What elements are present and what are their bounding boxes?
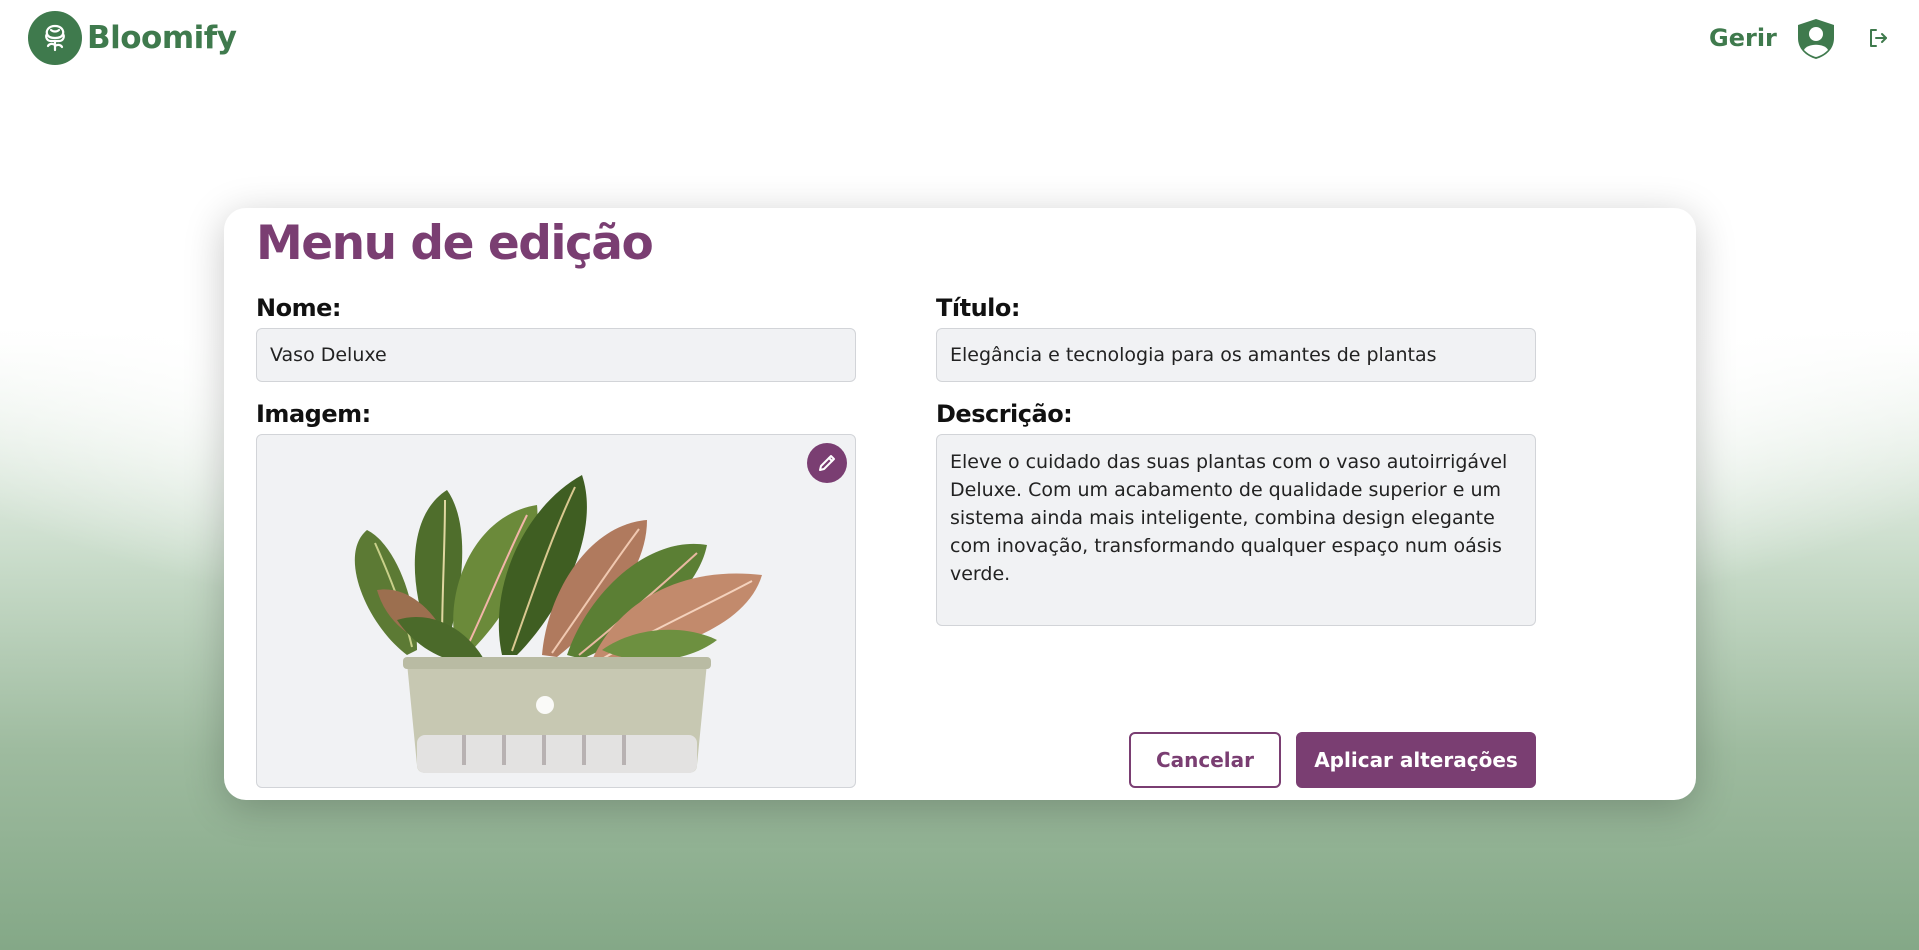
nav-manage-link[interactable]: Gerir [1709,24,1777,52]
name-label: Nome: [256,294,341,322]
image-preview[interactable] [256,434,856,788]
headline-label: Título: [936,294,1020,322]
product-image [354,475,762,773]
logout-icon[interactable] [1868,28,1888,52]
description-label: Descrição: [936,400,1073,428]
brand-logo[interactable]: Bloomify [28,11,237,65]
description-textarea[interactable]: Eleve o cuidado das suas plantas com o v… [936,434,1536,626]
brand-name: Bloomify [87,20,237,56]
image-label: Imagem: [256,400,371,428]
apply-changes-button[interactable]: Aplicar alterações [1296,732,1536,788]
pencil-icon [819,455,835,471]
user-shield-icon[interactable] [1796,18,1836,64]
cancel-button[interactable]: Cancelar [1129,732,1281,788]
rose-icon [28,11,82,65]
dialog-title: Menu de edição [256,216,654,271]
headline-input[interactable]: Elegância e tecnologia para os amantes d… [936,328,1536,382]
edit-dialog: Menu de edição Nome: Vaso Deluxe Título:… [224,208,1696,800]
edit-image-button[interactable] [807,443,847,483]
name-input[interactable]: Vaso Deluxe [256,328,856,382]
